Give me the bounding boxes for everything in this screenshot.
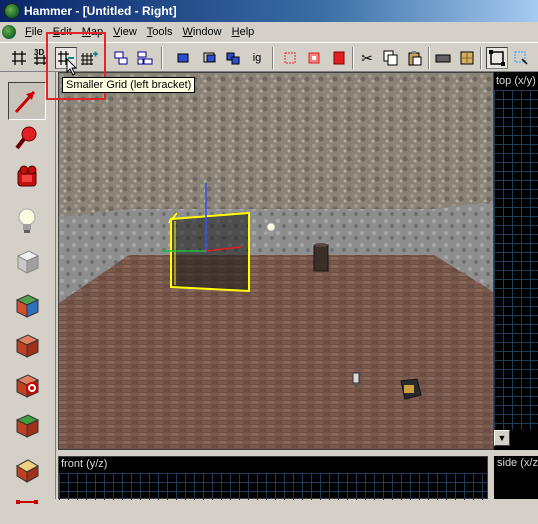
- hammer-app-icon[interactable]: [4, 3, 20, 19]
- hide-icon: [177, 53, 189, 63]
- menu-window[interactable]: Window: [177, 26, 226, 38]
- front-grid: [59, 473, 487, 500]
- light-bulb-icon: [18, 208, 36, 233]
- toolbar-separator: [161, 47, 163, 69]
- menu-help[interactable]: Help: [227, 26, 260, 38]
- group-objects-button[interactable]: [222, 47, 244, 69]
- toolbar-separator: [272, 47, 274, 69]
- handles-icon: [514, 51, 528, 65]
- chevron-down-icon: ▼: [497, 433, 507, 443]
- clip-icon: [333, 51, 345, 65]
- texture-lock-icon: [435, 54, 451, 63]
- front-viewport-label: front (y/z): [61, 458, 108, 470]
- block-tool[interactable]: [8, 242, 46, 280]
- apply-decals-tool[interactable]: [8, 366, 46, 404]
- clip-button[interactable]: [328, 47, 350, 69]
- magnify-icon: [15, 126, 37, 150]
- copy-button[interactable]: [380, 47, 402, 69]
- apply-current-texture-tool[interactable]: [8, 326, 46, 364]
- camera-icon: [17, 165, 37, 187]
- toolbar-separator: [480, 47, 482, 69]
- texture-browser-icon: [460, 51, 474, 65]
- texture-application-tool[interactable]: [8, 286, 46, 324]
- camera-3d-viewport[interactable]: [58, 72, 494, 450]
- vertex-tool[interactable]: [8, 486, 46, 524]
- scissors-icon: ✂: [361, 49, 373, 66]
- pointer-arrow-icon: [14, 90, 36, 114]
- overlay-tool[interactable]: [8, 406, 46, 444]
- copy-icon: [383, 50, 398, 66]
- decal-icon: [15, 374, 40, 398]
- make-hollow-button[interactable]: [304, 47, 326, 69]
- cubes-icon: [226, 52, 240, 65]
- top-viewport[interactable]: top (x/y) ▼: [494, 72, 538, 450]
- tooltip: Smaller Grid (left bracket): [62, 77, 196, 93]
- paste-icon: [408, 51, 422, 66]
- clip-icon: [15, 459, 40, 483]
- entity-tool[interactable]: [8, 202, 46, 240]
- show-hidden-button[interactable]: [200, 47, 222, 69]
- brick-cube-icon: [15, 334, 40, 358]
- 3d-scene: [59, 73, 493, 449]
- document-icon[interactable]: [2, 25, 16, 39]
- toolbar-separator: [352, 47, 354, 69]
- group-button[interactable]: [110, 47, 132, 69]
- top-viewport-label: top (x/y): [496, 75, 536, 87]
- paste-button[interactable]: [404, 47, 426, 69]
- cut-button[interactable]: ✂: [356, 47, 378, 69]
- front-viewport[interactable]: front (y/z): [58, 456, 488, 500]
- camera-tool[interactable]: [8, 158, 46, 196]
- menu-tools[interactable]: Tools: [142, 26, 178, 38]
- ungroup-icon: [137, 51, 153, 65]
- box-prop[interactable]: [400, 378, 422, 400]
- selection-tool[interactable]: [8, 82, 46, 120]
- menu-file[interactable]: File: [20, 26, 48, 38]
- hollow-icon: [308, 52, 320, 64]
- side-viewport-label: side (x/z): [497, 457, 538, 469]
- tools-palette: [0, 72, 56, 504]
- carve-icon: [284, 52, 296, 64]
- carve-button[interactable]: [280, 47, 302, 69]
- selection-box-icon: [489, 50, 505, 66]
- barrel-prop[interactable]: [313, 243, 329, 272]
- group-icon: [114, 51, 128, 65]
- toolbar-separator: [428, 47, 430, 69]
- grid-icon: [12, 51, 26, 65]
- title-bar[interactable]: Hammer - [Untitled - Right]: [0, 0, 538, 22]
- ignore-groups-button[interactable]: ig: [246, 47, 268, 69]
- menu-view[interactable]: View: [108, 26, 142, 38]
- ungroup-button[interactable]: [134, 47, 156, 69]
- overlay-icon: [15, 414, 40, 438]
- clipping-tool[interactable]: [8, 450, 46, 488]
- selection-mode-button[interactable]: [486, 47, 508, 69]
- magnify-tool[interactable]: [8, 118, 46, 156]
- vertex-icon: [16, 500, 38, 504]
- scroll-down-button[interactable]: ▼: [494, 430, 510, 446]
- side-viewport[interactable]: side (x/z): [494, 456, 538, 499]
- window-title: Hammer - [Untitled - Right]: [24, 4, 177, 18]
- block-icon: [16, 250, 40, 274]
- top-grid: [494, 90, 538, 430]
- hide-selected-button[interactable]: [172, 47, 194, 69]
- toggle-grid-button[interactable]: [8, 47, 30, 69]
- texture-lock-button[interactable]: [432, 47, 454, 69]
- show-icon: [203, 52, 216, 63]
- texture-cube-icon: [15, 294, 40, 318]
- mouse-cursor-icon: [66, 58, 78, 76]
- select-by-handles-button[interactable]: [510, 47, 532, 69]
- texture-browser-button[interactable]: [456, 47, 478, 69]
